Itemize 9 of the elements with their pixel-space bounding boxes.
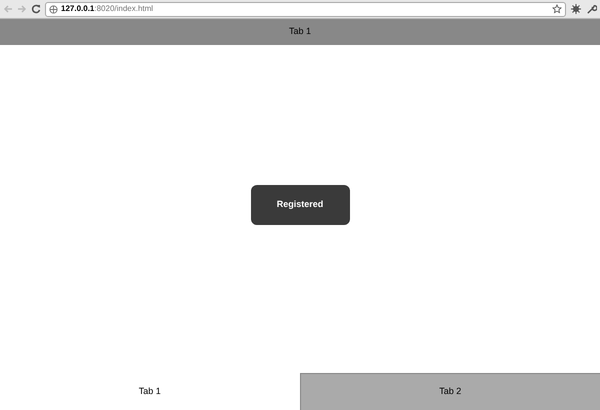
toast: Registered [250, 184, 350, 224]
url-text: 127.0.0.1:8020/index.html [61, 5, 154, 13]
address-field[interactable]: 127.0.0.1:8020/index.html [45, 2, 566, 16]
tab[interactable]: Tab 2 [300, 373, 600, 410]
wrench-icon[interactable] [586, 4, 597, 14]
star-icon[interactable] [552, 4, 562, 14]
reload-icon[interactable] [31, 4, 41, 14]
globe-icon [49, 4, 58, 14]
title-text: Tab 1 [288, 25, 312, 38]
